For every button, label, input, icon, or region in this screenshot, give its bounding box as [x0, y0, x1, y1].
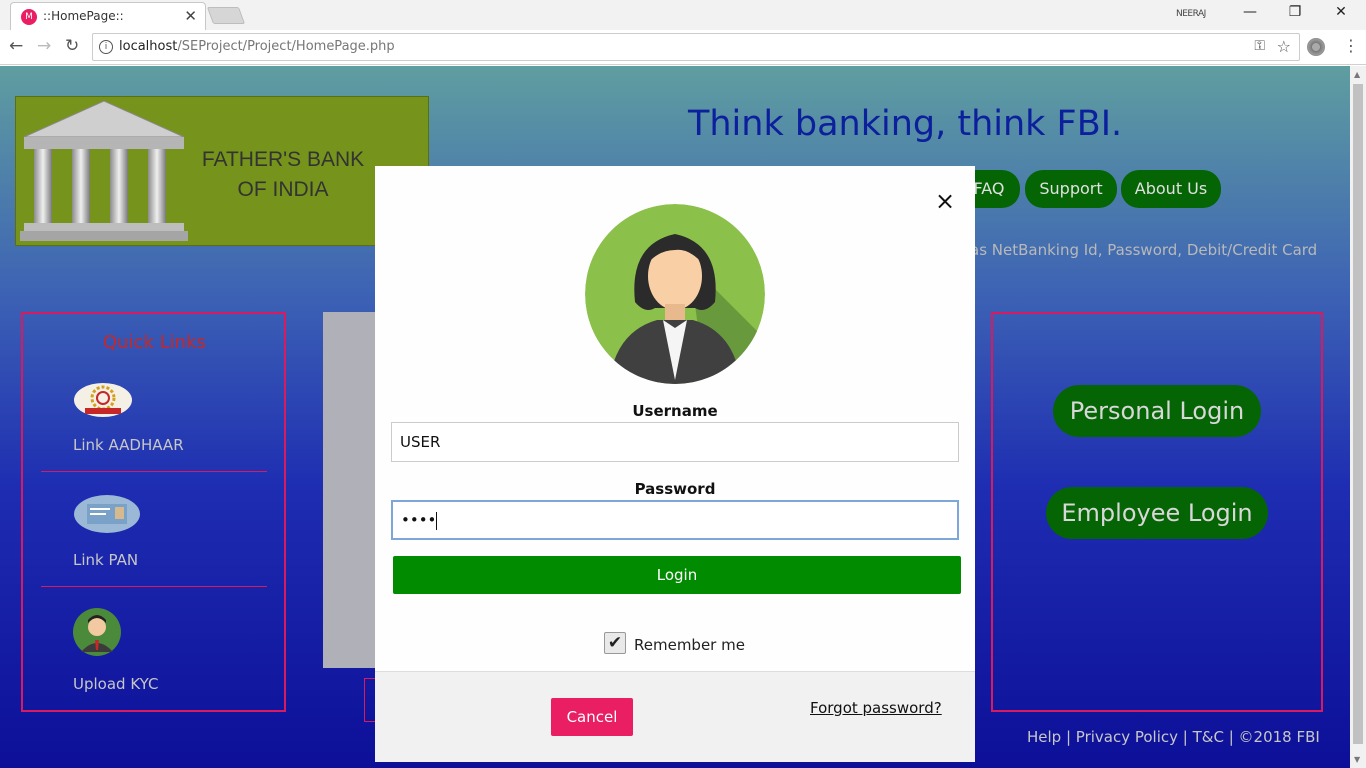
password-label: Password [634, 480, 716, 498]
browser-tab[interactable]: M ::HomePage:: ✕ [10, 2, 206, 30]
quick-link-kyc[interactable]: Upload KYC [73, 675, 158, 693]
bank-name: FATHER'S BANK OF INDIA [201, 148, 365, 201]
profile-name[interactable]: NEERAJ [1176, 9, 1206, 19]
login-modal: × Username USER Password •••• Login ✔ Re… [375, 166, 975, 762]
footer-links[interactable]: Help | Privacy Policy | T&C | ©2018 FBI [1027, 728, 1320, 746]
username-input[interactable]: USER [391, 422, 959, 462]
nav-about-us[interactable]: About Us [1121, 170, 1221, 208]
pan-card-icon[interactable] [73, 494, 141, 534]
quick-links-panel: Quick Links Link AADHAAR Link PAN Upload… [21, 312, 286, 712]
nav-support[interactable]: Support [1025, 170, 1117, 208]
favicon-icon: M [21, 9, 37, 25]
address-toolbar: ← → ↻ i localhost/SEProject/Project/Home… [0, 30, 1366, 65]
modal-footer: Cancel Forgot password? [375, 671, 975, 762]
scroll-down-icon[interactable]: ▼ [1354, 755, 1360, 764]
browser-menu-icon[interactable]: ⋮ [1343, 36, 1359, 55]
back-icon[interactable]: ← [9, 36, 23, 56]
forgot-password-link[interactable]: Forgot password? [810, 699, 942, 717]
tab-close-icon[interactable]: ✕ [184, 7, 197, 25]
text-caret [436, 511, 438, 530]
modal-close-icon[interactable]: × [935, 189, 955, 213]
window-close-button[interactable]: ✕ [1326, 4, 1356, 20]
tagline: Think banking, think FBI. [688, 104, 1123, 144]
scroll-thumb[interactable] [1353, 84, 1363, 744]
page-scrollbar[interactable]: ▲ ▼ [1350, 66, 1366, 768]
image-slider[interactable] [323, 312, 383, 668]
url-text[interactable]: localhost/SEProject/Project/HomePage.php [119, 39, 395, 54]
username-label: Username [632, 402, 718, 420]
divider [41, 471, 267, 472]
tab-title: ::HomePage:: [43, 9, 124, 23]
browser-tab-strip: M ::HomePage:: ✕ NEERAJ — ❐ ✕ [0, 0, 1366, 30]
restore-button[interactable]: ❐ [1280, 4, 1310, 20]
user-avatar-icon [585, 204, 765, 384]
extension-icon[interactable] [1307, 38, 1325, 56]
login-submit-button[interactable]: Login [393, 556, 961, 594]
scroll-up-icon[interactable]: ▲ [1354, 70, 1360, 79]
aadhaar-icon[interactable] [73, 382, 133, 418]
divider [41, 586, 267, 587]
bookmark-star-icon[interactable]: ☆ [1277, 37, 1291, 56]
info-icon[interactable]: i [99, 40, 113, 54]
quick-link-aadhaar[interactable]: Link AADHAAR [73, 436, 184, 454]
login-options-panel: Personal Login Employee Login [991, 312, 1323, 712]
remember-checkbox[interactable]: ✔ [604, 632, 626, 654]
quick-link-pan[interactable]: Link PAN [73, 551, 138, 569]
quick-links-title: Quick Links [103, 332, 206, 353]
minimize-button[interactable]: — [1235, 4, 1265, 20]
remember-label[interactable]: Remember me [634, 636, 745, 654]
reload-icon[interactable]: ↻ [65, 36, 79, 56]
personal-login-button[interactable]: Personal Login [1053, 385, 1261, 437]
avatar [585, 204, 765, 384]
password-input[interactable]: •••• [391, 500, 959, 540]
cancel-button[interactable]: Cancel [551, 698, 633, 736]
key-icon[interactable]: ⚿ [1254, 38, 1265, 54]
new-tab-button[interactable] [206, 7, 246, 24]
security-marquee: as NetBanking Id, Password, Debit/Credit… [970, 241, 1318, 259]
kyc-user-icon[interactable] [73, 608, 121, 656]
bank-building-icon [20, 100, 188, 241]
bank-logo: FATHER'S BANK OF INDIA [15, 96, 429, 246]
employee-login-button[interactable]: Employee Login [1046, 487, 1268, 539]
forward-icon[interactable]: → [37, 36, 51, 56]
address-bar[interactable]: i localhost/SEProject/Project/HomePage.p… [92, 33, 1300, 61]
